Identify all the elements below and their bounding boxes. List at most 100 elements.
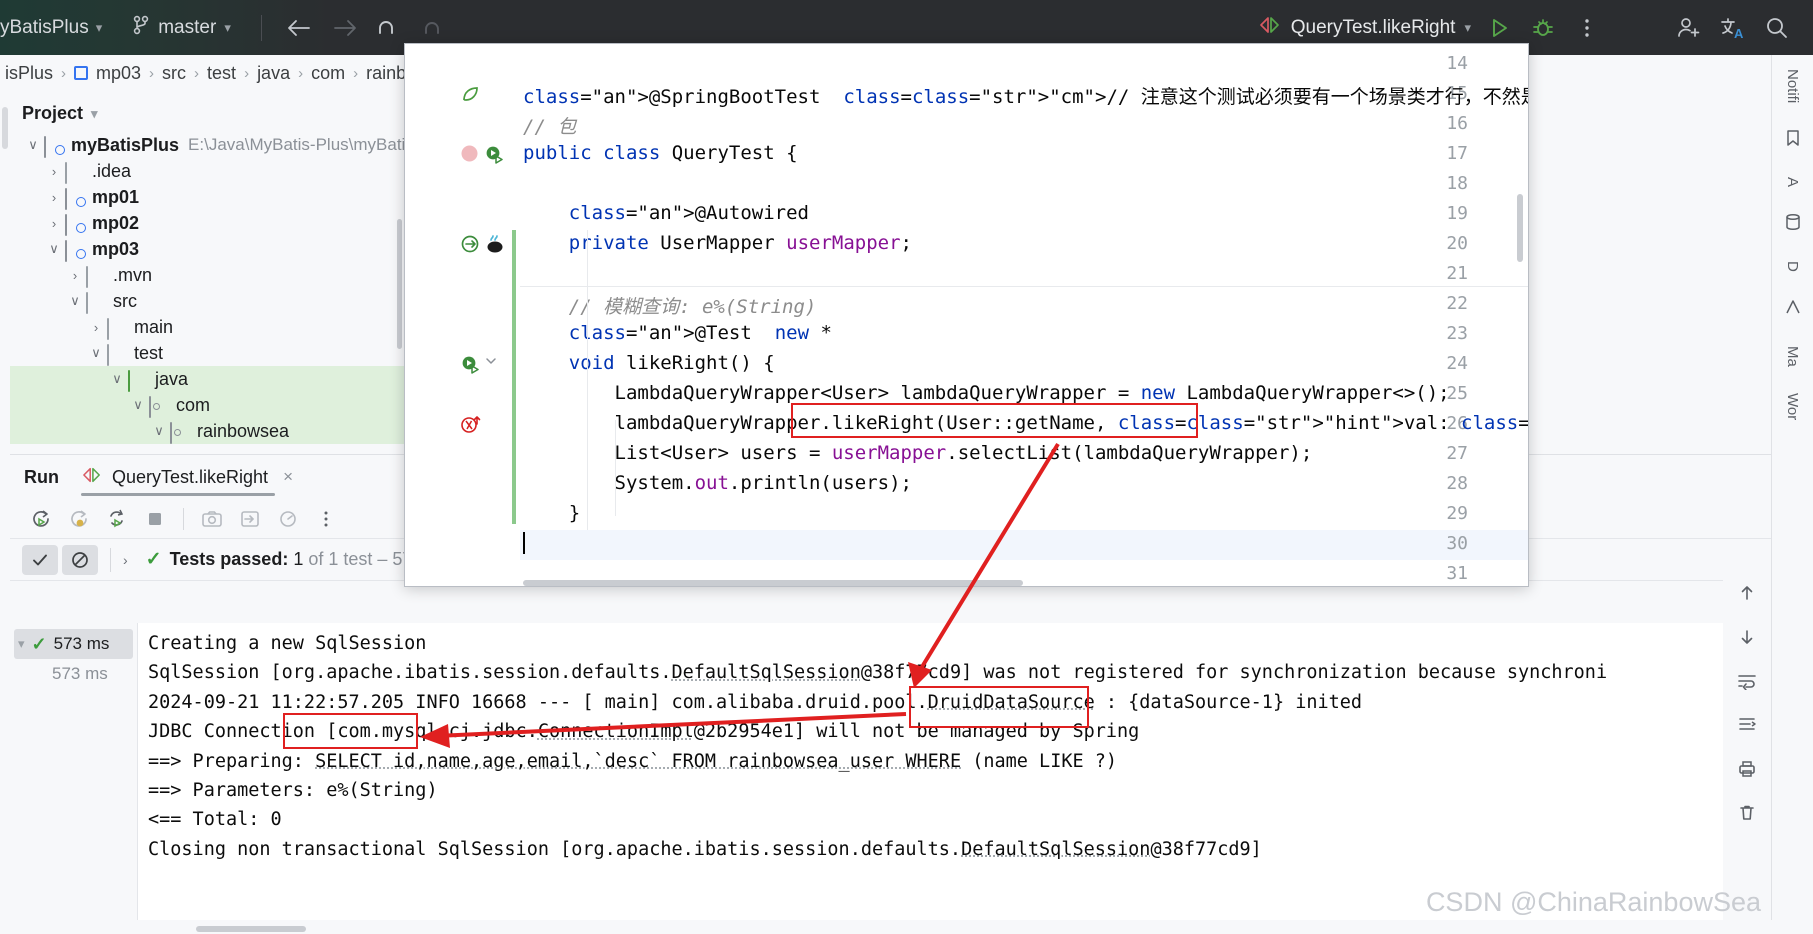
project-scrollbar[interactable] xyxy=(397,219,402,349)
spring-leaf-icon[interactable] xyxy=(460,84,480,109)
project-tree-item-src[interactable]: ∨ src xyxy=(10,288,404,314)
parameters-box xyxy=(283,713,418,749)
branch-selector[interactable]: master ▾ xyxy=(116,15,247,41)
project-tree-item-main[interactable]: › main xyxy=(10,314,404,340)
project-tree-item-mvn[interactable]: › .mvn xyxy=(10,262,404,288)
import-tests-icon[interactable] xyxy=(233,503,267,535)
debug-button[interactable] xyxy=(1521,7,1565,49)
breadcrumb-item[interactable]: com xyxy=(306,63,350,84)
breakpoint-icon[interactable] xyxy=(460,144,479,168)
right-strip-item-notifications[interactable]: Notifi xyxy=(1784,69,1801,103)
chevron-down-icon[interactable]: ∨ xyxy=(148,423,170,439)
soft-wrap-icon[interactable] xyxy=(1732,668,1762,694)
chevron-right-icon[interactable]: › xyxy=(43,190,65,205)
chevron-right-icon[interactable]: › xyxy=(43,164,65,179)
right-strip-item-a[interactable]: A xyxy=(1784,177,1801,187)
project-tree-item-mybatisplus[interactable]: ∨ myBatisPlus E:\Java\MyBatis-Plus\myBatis… xyxy=(10,132,404,158)
project-selector[interactable]: yBatisPlus ▾ xyxy=(0,17,116,39)
chevron-right-icon[interactable]: › xyxy=(64,268,86,283)
close-icon[interactable]: × xyxy=(283,467,293,487)
code-line: List<User> users = userMapper.selectList… xyxy=(523,442,1528,464)
chevron-down-icon[interactable]: ∨ xyxy=(127,397,149,413)
show-ignored-icon[interactable] xyxy=(62,545,98,575)
project-tree-item-java[interactable]: ∨ java xyxy=(10,366,404,392)
breadcrumb-item[interactable]: isPlus xyxy=(0,63,58,84)
toggle-auto-test-icon[interactable] xyxy=(100,503,134,535)
run-class-icon[interactable] xyxy=(484,144,505,169)
chevron-right-icon[interactable]: › xyxy=(85,320,107,335)
database-icon[interactable] xyxy=(1784,213,1802,235)
test-tree-row[interactable]: 573 ms xyxy=(10,659,137,689)
breadcrumb-item[interactable]: java xyxy=(252,63,295,84)
chevron-down-icon[interactable]: ∨ xyxy=(64,293,86,309)
project-tree-label: java xyxy=(155,369,188,390)
run-button[interactable] xyxy=(1477,7,1521,49)
scroll-to-end-icon[interactable] xyxy=(1732,712,1762,738)
run-tab-querytest[interactable]: QueryTest.likeRight × xyxy=(81,455,293,499)
stop-icon[interactable] xyxy=(138,503,172,535)
back-button[interactable] xyxy=(276,8,322,48)
code-editor[interactable]: 14 15 class="an">@SpringBootTest class=cla… xyxy=(404,43,1529,587)
run-method-icon[interactable] xyxy=(460,354,481,379)
translate-icon[interactable]: A xyxy=(1711,7,1755,49)
project-header[interactable]: Project ▾ xyxy=(10,91,404,132)
breadcrumb-item[interactable]: mp03 xyxy=(69,63,146,84)
chevron-down-icon[interactable]: ∨ xyxy=(43,241,65,257)
more-vertical-icon[interactable] xyxy=(309,503,343,535)
module-icon xyxy=(65,241,85,258)
lambda-warning-icon[interactable] xyxy=(460,414,482,440)
scroll-up-icon[interactable] xyxy=(1732,580,1762,606)
project-tree-item-mp01[interactable]: › mp01 xyxy=(10,184,404,210)
tool-window-handle[interactable] xyxy=(2,107,8,149)
project-tree-item-com[interactable]: ∨ com xyxy=(10,392,404,418)
chevron-down-icon[interactable]: ∨ xyxy=(22,137,44,153)
screenshot-icon[interactable] xyxy=(195,503,229,535)
project-tree-label: main xyxy=(134,317,173,338)
undo-button[interactable] xyxy=(368,8,414,48)
rerun-icon[interactable] xyxy=(24,503,58,535)
code-line xyxy=(523,532,1528,555)
maven-icon[interactable] xyxy=(1784,298,1802,320)
fold-icon[interactable] xyxy=(484,354,498,373)
show-passed-icon[interactable] xyxy=(22,545,58,575)
test-tree-row[interactable]: ▾ ✓ 573 ms xyxy=(14,629,133,659)
implements-icon[interactable] xyxy=(460,234,480,259)
project-tree-label: mp01 xyxy=(92,187,139,208)
project-tree-item-mp02[interactable]: › mp02 xyxy=(10,210,404,236)
breadcrumb-item[interactable]: test xyxy=(202,63,241,84)
rerun-failed-icon[interactable] xyxy=(62,503,96,535)
bean-icon[interactable] xyxy=(484,234,506,259)
right-strip-item-wor[interactable]: Wor xyxy=(1784,393,1801,420)
run-configuration-selector[interactable]: QueryTest.likeRight ▾ xyxy=(1258,15,1477,41)
breadcrumb-label: test xyxy=(207,63,236,84)
project-tree-item-test[interactable]: ∨ test xyxy=(10,340,404,366)
code-line: class="an">@Autowired xyxy=(523,202,1528,224)
forward-button[interactable] xyxy=(322,8,368,48)
project-tree-item-mp03[interactable]: ∨ mp03 xyxy=(10,236,404,262)
project-tree-item-idea[interactable]: › .idea xyxy=(10,158,404,184)
project-tree-item-rainbowsea[interactable]: ∨ rainbowsea xyxy=(10,418,404,444)
editor-gutter[interactable] xyxy=(405,44,520,586)
scroll-down-icon[interactable] xyxy=(1732,624,1762,650)
add-user-icon[interactable] xyxy=(1667,7,1711,49)
print-icon[interactable] xyxy=(1732,756,1762,782)
console-line: ==> Preparing: SELECT id,name,age,email,… xyxy=(148,747,1813,776)
chevron-right-icon[interactable]: › xyxy=(43,216,65,231)
right-strip-item-ma[interactable]: Ma xyxy=(1784,346,1801,367)
search-icon[interactable] xyxy=(1755,7,1799,49)
redo-button[interactable] xyxy=(414,8,460,48)
bookmark-icon[interactable] xyxy=(1784,129,1802,151)
breadcrumb-item[interactable]: src xyxy=(157,63,191,84)
clear-all-icon[interactable] xyxy=(1732,800,1762,826)
chevron-down-icon[interactable]: ∨ xyxy=(106,371,128,387)
run-tab-label: QueryTest.likeRight xyxy=(112,467,268,488)
project-tree-label: mp02 xyxy=(92,213,139,234)
code-line: } xyxy=(523,502,1528,524)
bottom-scrollbar[interactable] xyxy=(196,926,306,932)
editor-h-scrollbar[interactable] xyxy=(523,580,1023,586)
test-history-icon[interactable] xyxy=(271,503,305,535)
expand-icon[interactable]: › xyxy=(123,552,128,568)
chevron-down-icon[interactable]: ∨ xyxy=(85,345,107,361)
right-strip-item-d[interactable]: D xyxy=(1784,261,1801,272)
more-actions-button[interactable] xyxy=(1565,7,1609,49)
